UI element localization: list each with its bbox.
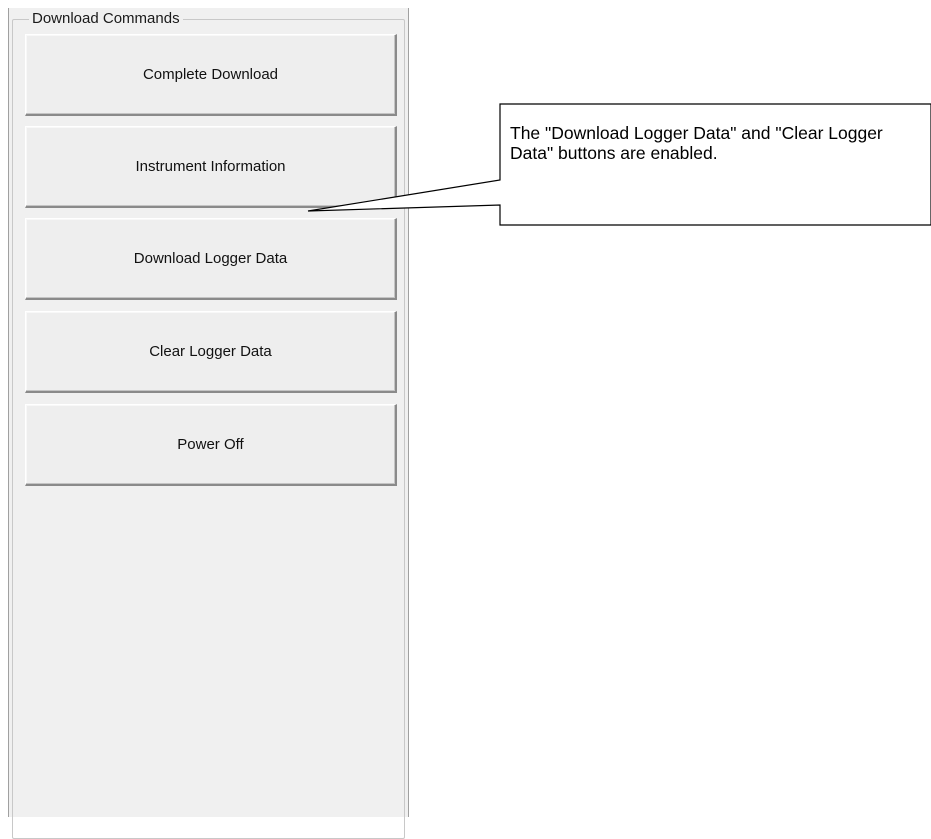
group-title: Download Commands [29, 10, 183, 28]
power-off-button[interactable]: Power Off [25, 404, 397, 486]
download-commands-panel: Download Commands Complete Download Inst… [8, 8, 409, 839]
clear-logger-data-button[interactable]: Clear Logger Data [25, 311, 397, 393]
complete-download-button[interactable]: Complete Download [25, 34, 397, 116]
download-logger-data-button[interactable]: Download Logger Data [25, 218, 397, 300]
callout-text: The "Download Logger Data" and "Clear Lo… [510, 123, 883, 163]
instrument-information-button[interactable]: Instrument Information [25, 126, 397, 208]
